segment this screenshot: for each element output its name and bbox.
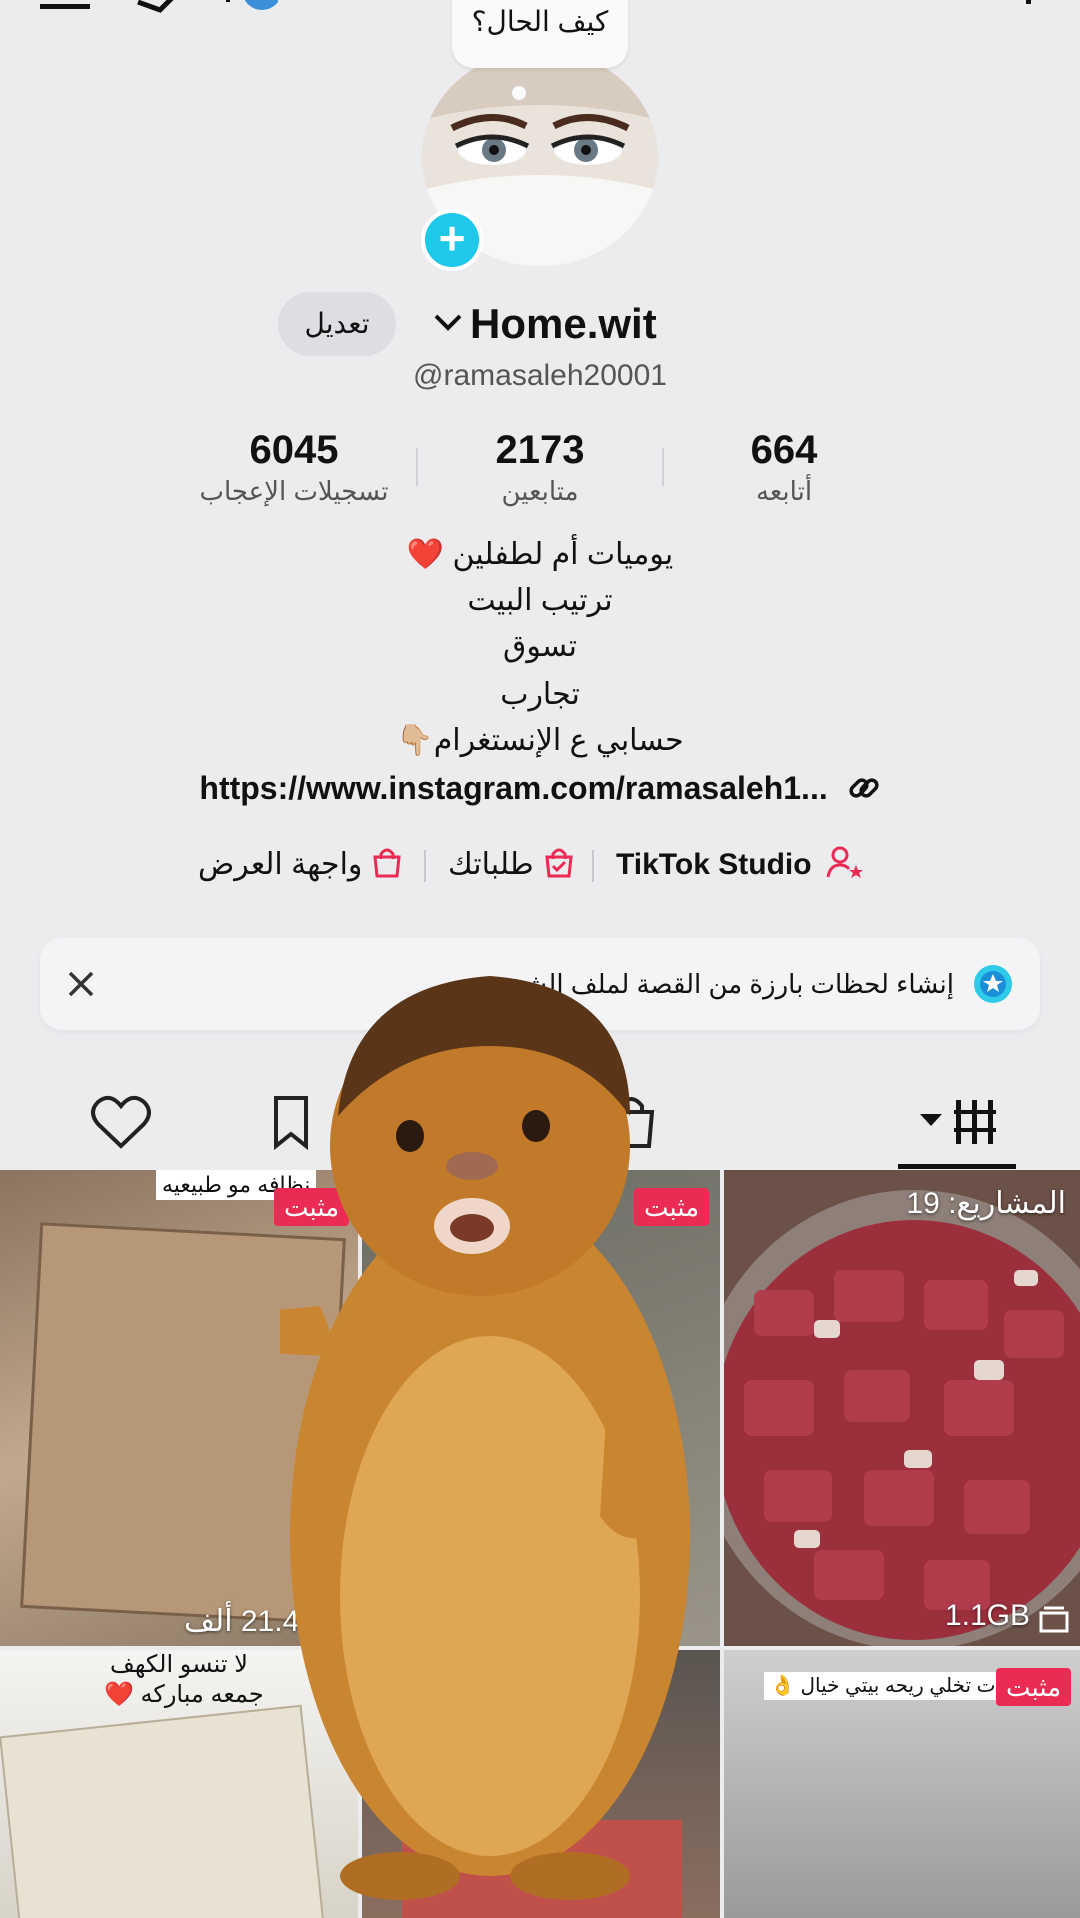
bio-line: ترتيب البيت [467,584,613,617]
link-icon [849,778,879,798]
showcase-label: واجهة العرض [198,848,363,881]
add-friend-icon[interactable] [984,0,1044,20]
showcase-link[interactable]: واجهة العرض [198,840,404,890]
tile-caption: لا تنسو الكهف [110,1651,248,1678]
shopping-bag-icon [373,848,402,878]
close-icon[interactable] [66,969,96,999]
active-tab-indicator [898,1164,1016,1169]
bio-line: حسابي ع الإنستغرام👇🏼 [396,724,684,757]
display-name[interactable]: Home.wit [470,298,657,350]
bio-link[interactable]: https://www.instagram.com/ramasaleh1... [0,766,1080,810]
orders-link[interactable]: طلباتك [448,840,576,890]
bubble-tail [512,86,526,100]
status-bubble[interactable]: كيف الحال؟ [452,0,628,68]
stat-following-label: أتابعه [755,476,813,506]
username-handle: @ramasaleh20001 [413,359,667,392]
tab-videos-grid-icon[interactable] [908,1076,1014,1170]
stat-likes[interactable]: 6045 تسجيلات الإعجاب [184,426,404,508]
bio-line: يوميات أم لطفلين ❤️ [406,538,674,571]
tile-caption: جمعه مباركه ❤️ [104,1681,264,1708]
tab-liked-heart-icon[interactable] [76,1076,166,1170]
orders-label: طلباتك [448,848,534,881]
quick-divider [424,850,426,882]
quick-divider [592,850,594,882]
storage-icon [1039,1606,1069,1633]
globe-avatar-icon[interactable] [218,0,278,20]
hamster-sticker [280,976,690,1900]
pinned-badge: مثبت [996,1668,1072,1706]
stat-followers-value: 2173 [495,428,585,472]
stat-divider [416,448,418,486]
menu-icon[interactable] [36,0,96,20]
bio-link-text[interactable]: https://www.instagram.com/ramasaleh1... [199,770,827,806]
stat-following[interactable]: 664 أتابعه [674,426,894,508]
tiktok-studio-link[interactable]: TikTok Studio [616,840,866,890]
order-bag-icon [544,848,573,878]
chevron-down-icon[interactable] [432,310,464,336]
footprint-icon[interactable] [130,0,190,20]
studio-label: TikTok Studio [616,848,812,881]
draft-tile[interactable]: المشاريع: 19 1.1GB [724,1170,1080,1646]
drafts-count: المشاريع: 19 [906,1187,1066,1220]
stat-following-value: 664 [750,428,818,472]
bio-line: تسوق [503,630,577,663]
stat-divider [662,448,664,486]
stat-followers[interactable]: 2173 متابعين [430,426,650,508]
storage-size: 1.1GB [944,1599,1030,1632]
video-tile[interactable]: منتجات تخلي ريحه بيتي خيال 👌 مثبت [724,1650,1080,1918]
meat-image [724,1170,1080,1646]
bio-line: تجارب [500,678,580,711]
creator-star-icon [826,846,863,878]
stat-likes-value: 6045 [249,428,339,472]
edit-profile-button[interactable]: تعديل [278,292,396,356]
highlight-star-icon [974,965,1012,1003]
book-graphic [0,1704,325,1918]
stat-likes-label: تسجيلات الإعجاب [199,476,389,506]
add-story-button[interactable]: + [421,209,483,271]
stat-followers-label: متابعين [501,476,579,506]
